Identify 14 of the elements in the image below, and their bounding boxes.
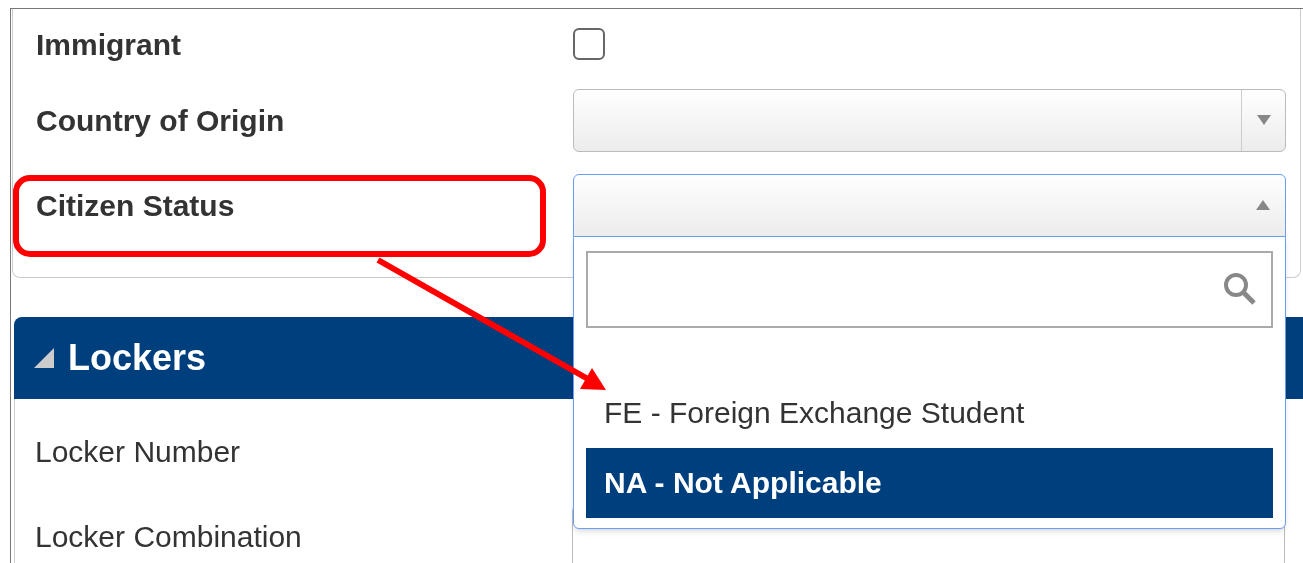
field-label: Immigrant xyxy=(36,27,182,61)
search-icon xyxy=(1223,272,1257,306)
field-label: Locker Number xyxy=(35,435,241,468)
caret-up-icon xyxy=(1256,200,1270,210)
caret-down-icon xyxy=(1256,115,1271,125)
search-field[interactable] xyxy=(586,250,1273,328)
checkbox[interactable] xyxy=(573,28,605,60)
field-label: Locker Combination xyxy=(35,520,302,553)
dropdown-option[interactable]: NA - Not Applicable xyxy=(586,447,1273,518)
field-label: Country of Origin xyxy=(36,103,285,137)
collapse-triangle-icon xyxy=(34,348,54,368)
field-label: Citizen Status xyxy=(36,188,235,222)
dropdown-option[interactable]: FE - Foreign Exchange Student xyxy=(586,377,1273,448)
section-title: Lockers xyxy=(68,336,207,380)
